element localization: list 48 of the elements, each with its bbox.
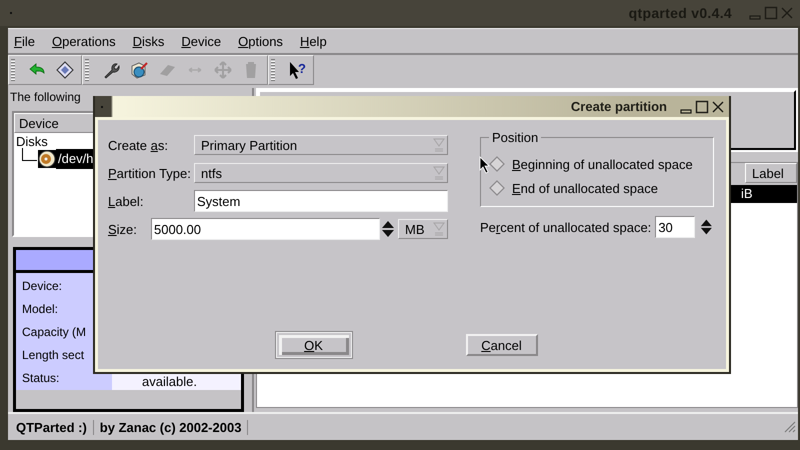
- info-label: Device:: [21, 279, 64, 294]
- field-label: Size:: [108, 222, 138, 236]
- group-title: Position: [489, 130, 542, 145]
- toolbar-grip[interactable]: [85, 59, 89, 81]
- toolbar-grip[interactable]: [11, 59, 15, 81]
- radio-label[interactable]: End of unallocated space: [512, 180, 658, 196]
- info-label: Status:: [21, 371, 60, 386]
- hard-disk-icon: [38, 150, 56, 168]
- dropdown[interactable]: MB: [398, 219, 448, 239]
- menu-item[interactable]: Disks: [132, 34, 172, 48]
- radio-label[interactable]: Beginning of unallocated space: [512, 156, 693, 172]
- radio-diamond[interactable]: [489, 156, 505, 172]
- dialog-title: Create partition: [570, 99, 667, 114]
- dropdown[interactable]: Primary Partition: [194, 135, 448, 155]
- info-label: Capacity (M: [21, 325, 88, 340]
- caption-text: The following: [10, 89, 82, 106]
- input-field[interactable]: 30: [655, 216, 696, 238]
- dropdown-arrow-icon[interactable]: [433, 165, 445, 181]
- menu-item[interactable]: File: [14, 34, 42, 48]
- tree-branch-line: [22, 148, 37, 160]
- status-text: by Zanac (c) 2002-2003: [94, 420, 248, 434]
- disk-globe-icon[interactable]: [129, 60, 149, 80]
- close-icon[interactable]: [711, 100, 725, 114]
- spin-arrows-icon[interactable]: [699, 217, 714, 237]
- field-label: Label:: [108, 194, 144, 208]
- resize-grip-icon[interactable]: [784, 421, 796, 433]
- column-header[interactable]: Label: [745, 163, 797, 183]
- tree-item[interactable]: Disks: [14, 134, 50, 148]
- maximize-icon[interactable]: [695, 100, 709, 114]
- dialog-button[interactable]: OK: [274, 331, 352, 359]
- dialog-button[interactable]: Cancel: [466, 334, 538, 356]
- info-label: Length sect: [21, 348, 86, 362]
- menu-item[interactable]: Device: [181, 34, 228, 48]
- menu-item[interactable]: Help: [300, 34, 334, 48]
- dropdown-arrow-icon[interactable]: [433, 221, 445, 237]
- spin-arrows-icon[interactable]: [380, 219, 396, 239]
- status-text: QTParted :): [10, 420, 94, 434]
- menu-item[interactable]: Operations: [52, 34, 123, 48]
- mouse-pointer-icon: [479, 156, 491, 174]
- input-field[interactable]: 5000.00: [151, 218, 380, 240]
- info-label: Model:: [21, 302, 60, 316]
- field-label: Percent of unallocated space:: [480, 220, 652, 234]
- input-field[interactable]: System: [194, 190, 448, 212]
- dropdown[interactable]: ntfs: [194, 163, 448, 183]
- radio-diamond[interactable]: [489, 180, 505, 196]
- toolbar-grip[interactable]: [271, 59, 275, 81]
- dropdown-arrow-icon[interactable]: [433, 137, 445, 153]
- menu-item[interactable]: Options: [238, 34, 290, 48]
